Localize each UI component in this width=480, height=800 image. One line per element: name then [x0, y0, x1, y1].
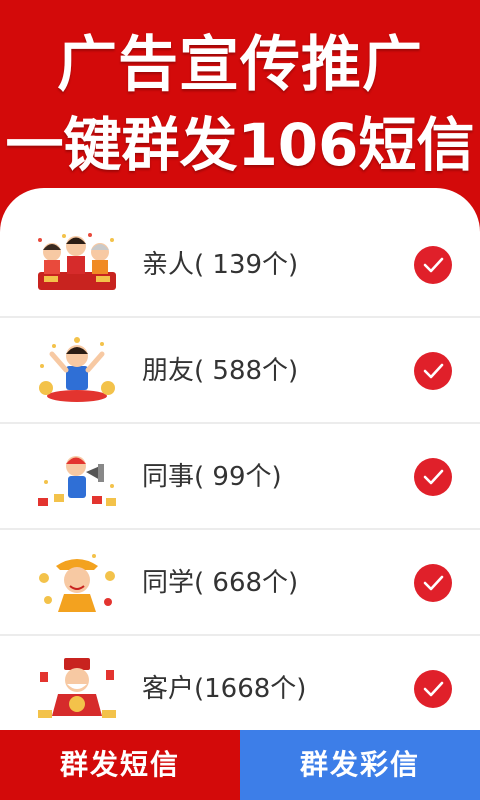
checked-circle-icon[interactable]	[414, 458, 452, 496]
contact-group-customers[interactable]: 客户(1668个)	[0, 636, 480, 730]
checked-circle-icon[interactable]	[414, 352, 452, 390]
customer-illustration-icon	[34, 654, 120, 724]
contact-group-label: 同事( 99个)	[142, 462, 282, 492]
checked-circle-icon[interactable]	[414, 670, 452, 708]
send-sms-button[interactable]: 群发短信	[0, 730, 240, 800]
contact-group-classmates[interactable]: 同学( 668个)	[0, 530, 480, 636]
contact-group-card: 亲人( 139个) 朋友( 588个) 同事(99个) 同学(668个) 客…	[0, 188, 480, 730]
contact-group-label: 朋友( 588个)	[142, 356, 299, 386]
colleague-illustration-icon	[34, 442, 120, 512]
checked-circle-icon[interactable]	[414, 246, 452, 284]
banner-headline: 广告宣传推广	[57, 30, 423, 100]
checked-circle-icon[interactable]	[414, 564, 452, 602]
send-mms-button[interactable]: 群发彩信	[240, 730, 480, 800]
contact-group-friends[interactable]: 朋友( 588个)	[0, 318, 480, 424]
family-illustration-icon	[34, 230, 120, 300]
friend-illustration-icon	[34, 336, 120, 406]
contact-group-label: 同学( 668个)	[142, 568, 299, 598]
promo-banner: 广告宣传推广 一键群发106短信	[0, 0, 480, 200]
contact-group-family[interactable]: 亲人( 139个)	[0, 212, 480, 318]
contact-group-list: 亲人( 139个) 朋友( 588个) 同事(99个) 同学(668个) 客…	[0, 212, 480, 730]
contact-group-colleagues[interactable]: 同事( 99个)	[0, 424, 480, 530]
banner-subheadline: 一键群发106短信	[5, 111, 475, 179]
classmate-illustration-icon	[34, 548, 120, 618]
contact-group-label: 亲人( 139个)	[142, 250, 299, 280]
contact-group-label: 客户(1668个)	[142, 674, 307, 704]
